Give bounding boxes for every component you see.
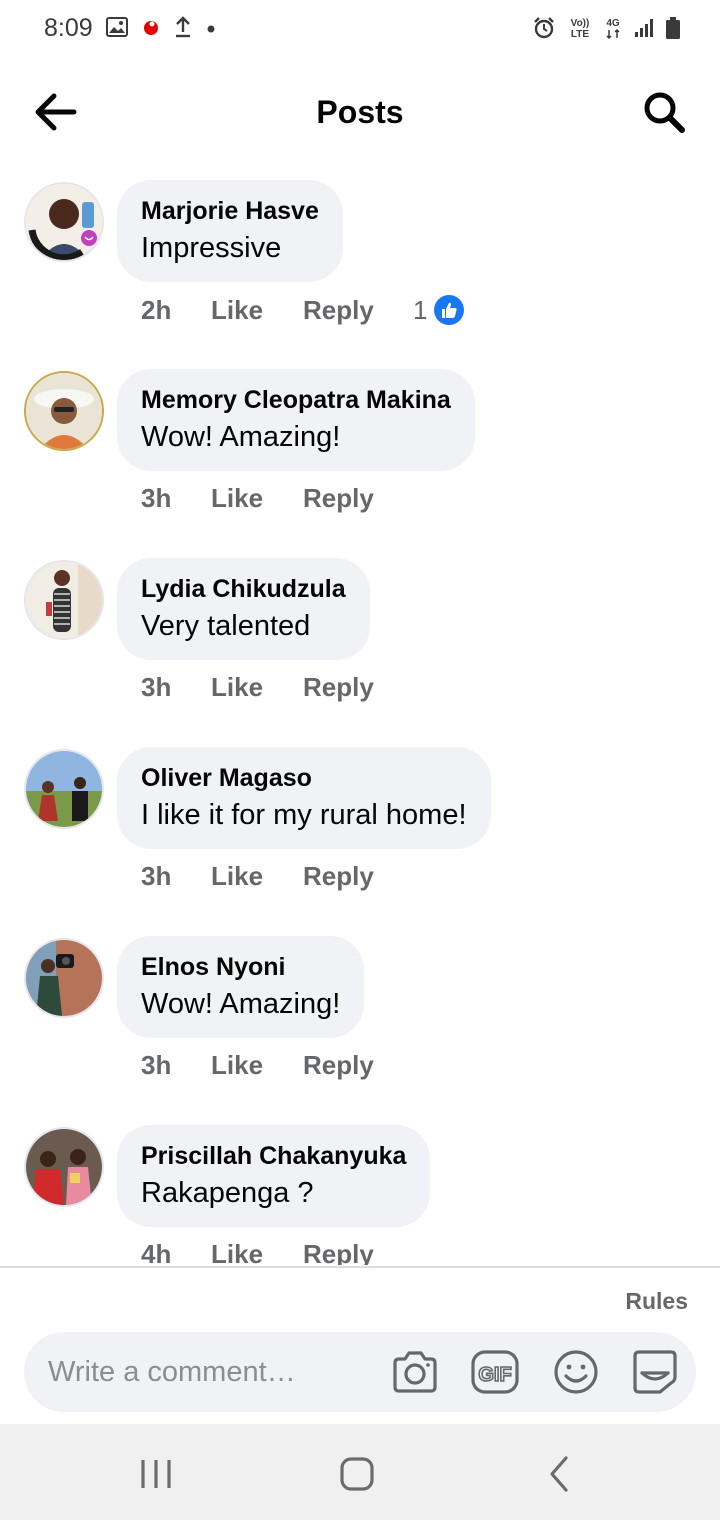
gif-button[interactable]: GIF	[470, 1347, 520, 1397]
comment-item: Marjorie Hasve Impressive 2h Like Reply …	[0, 180, 720, 369]
avatar[interactable]	[24, 749, 104, 829]
comment-bubble[interactable]: Elnos Nyoni Wow! Amazing!	[117, 936, 365, 1038]
sticker-button[interactable]	[630, 1347, 680, 1397]
home-button[interactable]	[335, 1452, 379, 1496]
avatar[interactable]	[24, 560, 104, 640]
upload-icon	[174, 16, 192, 43]
svg-text:Vo)): Vo))	[571, 18, 590, 29]
comment-item: Elnos Nyoni Wow! Amazing! 3h Like Reply	[0, 936, 720, 1125]
comment-composer: GIF	[24, 1332, 696, 1412]
reaction-summary[interactable]: 1	[413, 294, 465, 326]
alarm-icon	[532, 16, 556, 45]
comment-actions: 2h Like Reply 1	[141, 294, 465, 326]
volte-icon: Vo)) LTE	[568, 16, 592, 45]
system-nav-bar	[0, 1424, 720, 1520]
comment-actions: 3h Like Reply	[141, 861, 413, 892]
comment-author[interactable]: Oliver Magaso	[141, 761, 467, 795]
page-title: Posts	[316, 94, 404, 130]
reply-button[interactable]: Reply	[303, 1239, 413, 1265]
comment-time[interactable]: 2h	[141, 295, 211, 326]
like-button[interactable]: Like	[211, 1050, 303, 1081]
search-icon	[644, 92, 685, 133]
comment-item: Lydia Chikudzula Very talented 3h Like R…	[0, 558, 720, 747]
comment-item: Memory Cleopatra Makina Wow! Amazing! 3h…	[0, 369, 720, 558]
gif-label: GIF	[478, 1364, 511, 1386]
comment-text: Wow! Amazing!	[141, 421, 341, 453]
battery-icon	[666, 17, 680, 44]
comments-list: Marjorie Hasve Impressive 2h Like Reply …	[0, 180, 720, 1265]
status-left-icons	[106, 16, 216, 43]
like-reaction-icon	[434, 295, 465, 325]
comment-bubble[interactable]: Priscillah Chakanyuka Rakapenga ?	[117, 1125, 431, 1227]
comment-actions: 4h Like Reply	[141, 1239, 413, 1265]
comment-text: I like it for my rural home!	[141, 799, 467, 831]
comment-bubble[interactable]: Marjorie Hasve Impressive	[117, 180, 343, 282]
comment-text: Impressive	[141, 232, 282, 264]
status-bar: 8:09 Vo)) LTE 4G	[0, 0, 720, 60]
sticker-icon	[633, 1350, 677, 1394]
comment-bubble[interactable]: Memory Cleopatra Makina Wow! Amazing!	[117, 369, 475, 471]
system-back-button[interactable]	[538, 1452, 582, 1496]
signal-icon	[634, 18, 654, 43]
status-right-icons: Vo)) LTE 4G	[532, 16, 680, 45]
status-time: 8:09	[44, 14, 93, 42]
reply-button[interactable]: Reply	[303, 672, 413, 703]
comment-text: Wow! Amazing!	[141, 988, 341, 1020]
reaction-count: 1	[413, 294, 428, 325]
recent-apps-icon	[141, 1460, 171, 1488]
camera-button[interactable]	[390, 1347, 440, 1397]
reply-button[interactable]: Reply	[303, 483, 413, 514]
comment-author[interactable]: Lydia Chikudzula	[141, 572, 346, 606]
recent-apps-button[interactable]	[134, 1452, 178, 1496]
comment-actions: 3h Like Reply	[141, 483, 413, 514]
avatar[interactable]	[24, 182, 104, 262]
dot-icon	[206, 21, 216, 39]
comment-time[interactable]: 4h	[141, 1239, 211, 1265]
4g-icon: 4G	[604, 16, 622, 45]
like-button[interactable]: Like	[211, 672, 303, 703]
emoji-icon	[554, 1350, 598, 1394]
vodafone-icon	[142, 17, 160, 42]
avatar[interactable]	[24, 938, 104, 1018]
comment-text: Very talented	[141, 610, 311, 642]
network-label: 4G	[606, 18, 620, 29]
rules-link[interactable]: Rules	[625, 1288, 688, 1315]
like-button[interactable]: Like	[211, 295, 303, 326]
comment-time[interactable]: 3h	[141, 483, 211, 514]
comment-item: Priscillah Chakanyuka Rakapenga ? 4h Lik…	[0, 1125, 720, 1265]
emoji-button[interactable]	[551, 1347, 601, 1397]
header: Posts	[0, 70, 720, 154]
comment-actions: 3h Like Reply	[141, 672, 413, 703]
comment-author[interactable]: Marjorie Hasve	[141, 194, 319, 228]
comment-author[interactable]: Memory Cleopatra Makina	[141, 383, 451, 417]
comment-actions: 3h Like Reply	[141, 1050, 413, 1081]
search-button[interactable]	[640, 88, 688, 136]
like-button[interactable]: Like	[211, 861, 303, 892]
camera-icon	[393, 1351, 437, 1393]
home-icon	[340, 1457, 374, 1491]
comment-time[interactable]: 3h	[141, 861, 211, 892]
reply-button[interactable]: Reply	[303, 861, 413, 892]
image-icon	[106, 17, 128, 42]
reply-button[interactable]: Reply	[303, 1050, 413, 1081]
gif-icon: GIF	[471, 1350, 519, 1394]
comment-bubble[interactable]: Lydia Chikudzula Very talented	[117, 558, 370, 660]
comment-item: Oliver Magaso I like it for my rural hom…	[0, 747, 720, 936]
back-icon	[550, 1456, 568, 1492]
avatar[interactable]	[24, 371, 104, 451]
like-button[interactable]: Like	[211, 1239, 303, 1265]
comment-bubble[interactable]: Oliver Magaso I like it for my rural hom…	[117, 747, 491, 849]
avatar[interactable]	[24, 1127, 104, 1207]
comment-input[interactable]	[48, 1350, 378, 1394]
comment-text: Rakapenga ?	[141, 1177, 314, 1209]
divider	[0, 1266, 720, 1268]
reply-button[interactable]: Reply	[303, 295, 413, 326]
comment-author[interactable]: Elnos Nyoni	[141, 950, 340, 984]
like-button[interactable]: Like	[211, 483, 303, 514]
comment-time[interactable]: 3h	[141, 1050, 211, 1081]
svg-text:LTE: LTE	[571, 29, 589, 40]
comment-time[interactable]: 3h	[141, 672, 211, 703]
comment-author[interactable]: Priscillah Chakanyuka	[141, 1139, 406, 1173]
